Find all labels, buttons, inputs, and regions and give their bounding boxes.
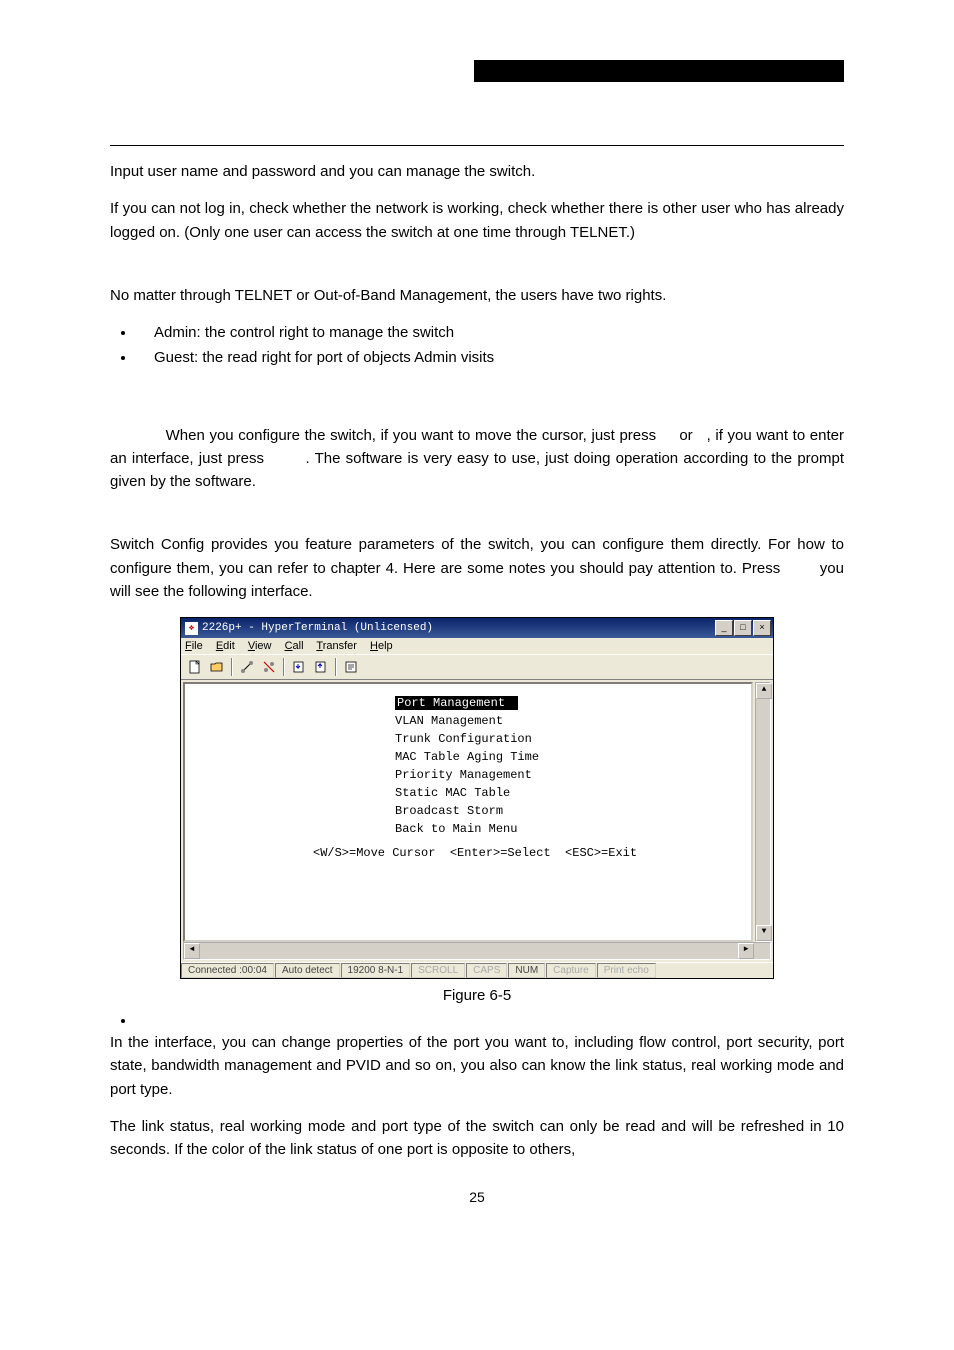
window-title: 2226p+ - HyperTerminal (Unlicensed) [202,622,714,634]
para-1: Input user name and password and you can… [110,160,844,183]
status-bar: Connected :00:04 Auto detect 19200 8-N-1… [181,962,773,978]
header-rule [110,145,844,146]
properties-icon[interactable] [341,657,361,677]
scroll-up-icon[interactable]: ▲ [756,683,772,699]
para-4: When you configure the switch, if you wa… [110,424,844,494]
status-capture: Capture [546,963,596,978]
title-bar: ❖ 2226p+ - HyperTerminal (Unlicensed) _ … [181,618,773,638]
open-icon[interactable] [207,657,227,677]
menu-mac-aging[interactable]: MAC Table Aging Time [185,748,751,766]
close-button[interactable]: × [753,620,771,636]
para-3: No matter through TELNET or Out-of-Band … [110,284,844,307]
menu-broadcast-storm[interactable]: Broadcast Storm [185,802,751,820]
scroll-down-icon[interactable]: ▼ [756,925,772,941]
menu-call[interactable]: Call [285,640,304,652]
toolbar [181,654,773,680]
status-num: NUM [508,963,545,978]
new-icon[interactable] [185,657,205,677]
vertical-scrollbar[interactable]: ▲ ▼ [755,682,771,942]
status-detect: Auto detect [275,963,340,978]
terminal-hint: <W/S>=Move Cursor <Enter>=Select <ESC>=E… [185,844,751,862]
scroll-right-icon[interactable]: ► [738,943,754,959]
scroll-left-icon[interactable]: ◄ [184,943,200,959]
status-echo: Print echo [597,963,656,978]
send-icon[interactable] [289,657,309,677]
menu-view[interactable]: View [248,640,272,652]
connect-icon[interactable] [237,657,257,677]
para-5: Switch Config provides you feature param… [110,533,844,603]
menu-bar: File Edit View Call Transfer Help [181,638,773,654]
resize-grip-icon [756,943,770,957]
status-connected: Connected :00:04 [181,963,274,978]
para-7: The link status, real working mode and p… [110,1115,844,1162]
maximize-button[interactable]: □ [734,620,752,636]
menu-vlan-management[interactable]: VLAN Management [185,712,751,730]
horizontal-scrollbar[interactable]: ◄ ► [183,942,771,960]
status-caps: CAPS [466,963,507,978]
menu-port-management[interactable]: Port Management [395,696,507,710]
figure-caption: Figure 6-5 [110,987,844,1004]
hyperterminal-window: ❖ 2226p+ - HyperTerminal (Unlicensed) _ … [180,617,774,979]
menu-back[interactable]: Back to Main Menu [185,820,751,838]
menu-trunk-configuration[interactable]: Trunk Configuration [185,730,751,748]
app-icon: ❖ [185,622,198,635]
minimize-button[interactable]: _ [715,620,733,636]
disconnect-icon[interactable] [259,657,279,677]
menu-priority-management[interactable]: Priority Management [185,766,751,784]
menu-static-mac[interactable]: Static MAC Table [185,784,751,802]
empty-bullet [110,1012,844,1029]
right-guest: Guest: the read right for port of object… [136,346,844,369]
menu-help[interactable]: Help [370,640,393,652]
terminal-area[interactable]: Port Management VLAN Management Trunk Co… [183,682,753,942]
receive-icon[interactable] [311,657,331,677]
menu-edit[interactable]: Edit [216,640,235,652]
para-6: In the interface, you can change propert… [110,1031,844,1101]
status-scroll: SCROLL [411,963,465,978]
rights-list: Admin: the control right to manage the s… [110,321,844,370]
right-admin: Admin: the control right to manage the s… [136,321,844,344]
page-number: 25 [110,1189,844,1205]
menu-transfer[interactable]: Transfer [316,640,357,652]
status-serial: 19200 8-N-1 [341,963,411,978]
para-2: If you can not log in, check whether the… [110,197,844,244]
menu-file[interactable]: File [185,640,203,652]
header-black-bar [474,60,844,82]
